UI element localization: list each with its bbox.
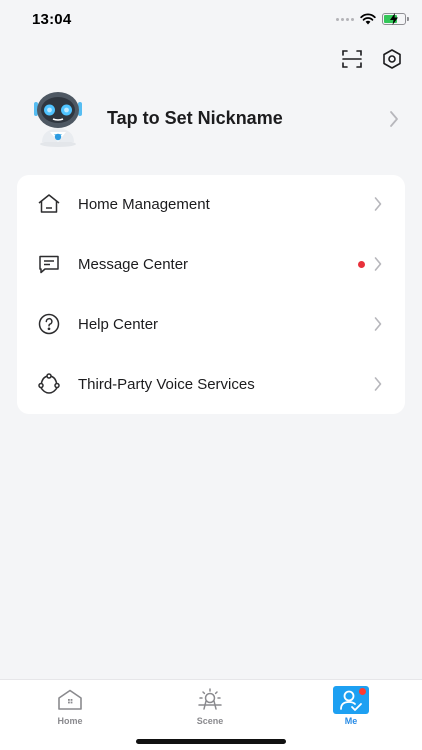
menu-item-label: Help Center <box>78 315 159 333</box>
battery-icon <box>382 13 409 25</box>
me-notification-dot <box>359 688 366 695</box>
menu-item-third-party-voice-services[interactable]: Third-Party Voice Services <box>17 354 405 414</box>
home-tab-icon <box>56 686 84 714</box>
tab-label: Home <box>57 716 83 726</box>
scan-icon[interactable] <box>340 47 364 71</box>
tab-me[interactable]: Me <box>316 686 386 726</box>
tab-home[interactable]: Home <box>35 686 105 726</box>
chevron-right-icon <box>390 111 398 127</box>
profile-row[interactable]: Tap to Set Nickname <box>0 88 422 150</box>
top-actions <box>340 47 404 71</box>
menu-card: Home Management Message Center Help Cent… <box>17 175 405 414</box>
chevron-right-icon <box>374 377 382 391</box>
menu-item-label: Message Center <box>78 255 189 273</box>
scene-tab-icon <box>196 686 224 714</box>
status-indicators <box>336 13 409 25</box>
nickname-label[interactable]: Tap to Set Nickname <box>107 108 283 129</box>
robot-avatar-icon[interactable] <box>28 88 88 148</box>
unread-badge <box>358 260 365 268</box>
tab-label: Me <box>344 716 358 726</box>
voice-services-icon <box>37 372 61 396</box>
status-time: 13:04 <box>32 11 72 28</box>
settings-icon[interactable] <box>380 47 404 71</box>
tab-scene[interactable]: Scene <box>175 686 245 726</box>
chevron-right-icon <box>374 317 382 331</box>
me-tab-icon <box>333 686 369 714</box>
house-icon <box>37 192 61 216</box>
me-screen: 13:04 Tap to Set Nickname Home Managemen… <box>0 0 422 750</box>
menu-item-message-center[interactable]: Message Center <box>17 234 405 294</box>
chevron-right-icon <box>374 257 382 271</box>
menu-item-label: Third-Party Voice Services <box>78 375 255 393</box>
cellular-signal-icon <box>336 17 354 21</box>
question-circle-icon <box>37 312 61 336</box>
chevron-right-icon <box>374 197 382 211</box>
status-bar: 13:04 <box>0 0 422 44</box>
wifi-icon <box>360 13 376 25</box>
tab-label: Scene <box>196 716 224 726</box>
menu-item-help-center[interactable]: Help Center <box>17 294 405 354</box>
home-indicator[interactable] <box>136 739 286 744</box>
menu-item-home-management[interactable]: Home Management <box>17 174 405 234</box>
menu-item-label: Home Management <box>78 195 210 213</box>
message-icon <box>37 252 61 276</box>
